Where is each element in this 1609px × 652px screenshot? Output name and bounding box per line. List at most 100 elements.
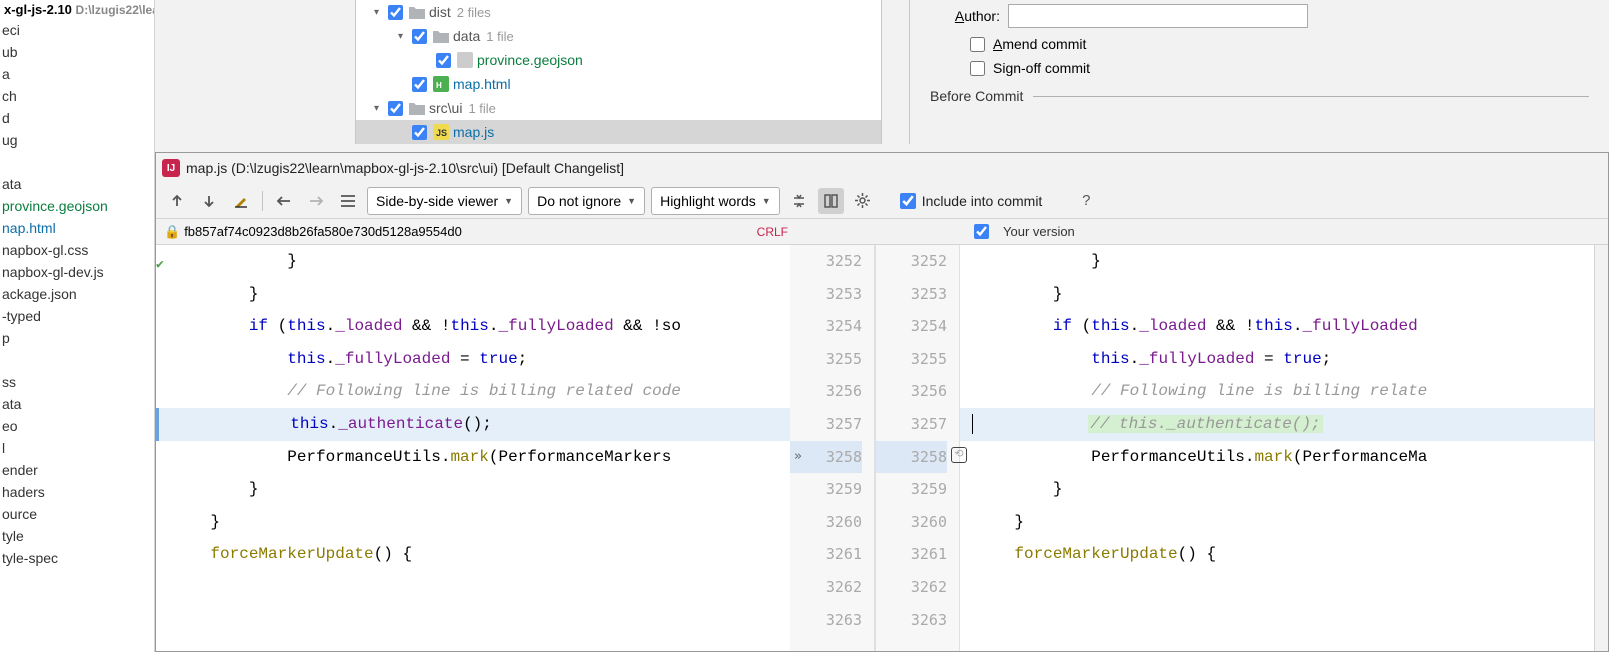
- nav-back-button[interactable]: [271, 188, 297, 214]
- project-item[interactable]: ch: [0, 85, 154, 107]
- gutter-line: 3256: [790, 375, 862, 408]
- help-button[interactable]: ?: [1074, 192, 1098, 209]
- project-item[interactable]: ub: [0, 41, 154, 63]
- file-checkbox[interactable]: [436, 53, 451, 68]
- code-line: // Following line is billing related cod…: [156, 375, 790, 408]
- file-icon: [433, 28, 449, 44]
- amend-checkbox[interactable]: [970, 37, 985, 52]
- include-commit-checkbox[interactable]: [900, 193, 916, 209]
- project-item[interactable]: l: [0, 437, 154, 459]
- project-item[interactable]: napbox-gl-dev.js: [0, 261, 154, 283]
- project-item[interactable]: ender: [0, 459, 154, 481]
- file-checkbox[interactable]: [412, 77, 427, 92]
- file-tree-row[interactable]: ▾src\ui1 file: [356, 96, 881, 120]
- code-line: }: [960, 245, 1594, 278]
- file-checkbox[interactable]: [412, 125, 427, 140]
- project-item[interactable]: eo: [0, 415, 154, 437]
- file-icon: JS: [433, 124, 449, 140]
- gutter-line: 3252: [876, 245, 947, 278]
- file-tree-row[interactable]: province.geojson: [356, 48, 881, 72]
- project-item[interactable]: nap.html: [0, 217, 154, 239]
- separator: [262, 191, 263, 211]
- project-item[interactable]: tyle-spec: [0, 547, 154, 569]
- next-diff-button[interactable]: [196, 188, 222, 214]
- author-label: Author:: [930, 8, 1000, 24]
- highlight-select[interactable]: Highlight words▼: [651, 187, 780, 215]
- code-line: if (this._loaded && !this._fullyLoaded: [960, 310, 1594, 343]
- project-item[interactable]: tyle: [0, 525, 154, 547]
- project-item[interactable]: ata: [0, 173, 154, 195]
- chevron-icon: ▾: [374, 7, 388, 18]
- nav-fwd-button[interactable]: [303, 188, 329, 214]
- file-checkbox[interactable]: [388, 5, 403, 20]
- diff-body: ✔ } } if (this._loaded && !this._fullyLo…: [156, 245, 1608, 651]
- edit-button[interactable]: [228, 188, 254, 214]
- prev-diff-button[interactable]: [164, 188, 190, 214]
- ignore-select[interactable]: Do not ignore▼: [528, 187, 645, 215]
- gutter-line: 3259: [876, 473, 947, 506]
- project-item[interactable]: [0, 349, 154, 371]
- gutter-line: 3254: [790, 310, 862, 343]
- caret-icon: ▼: [627, 196, 636, 206]
- project-item[interactable]: -typed: [0, 305, 154, 327]
- project-item[interactable]: ss: [0, 371, 154, 393]
- file-meta: 1 file: [468, 101, 495, 116]
- gutter-line: 3260: [790, 506, 862, 539]
- sync-scroll-button[interactable]: [818, 188, 844, 214]
- gutter-line: 3255: [876, 343, 947, 376]
- file-icon: [457, 52, 473, 68]
- file-tree-row[interactable]: JSmap.js: [356, 120, 881, 144]
- file-checkbox[interactable]: [412, 29, 427, 44]
- your-version-checkbox[interactable]: [974, 224, 989, 239]
- gutter-line: 3263: [876, 604, 947, 637]
- project-item[interactable]: ource: [0, 503, 154, 525]
- project-item[interactable]: province.geojson: [0, 195, 154, 217]
- changed-files-tree[interactable]: ▾dist2 files▾data1 fileprovince.geojsonH…: [355, 0, 882, 144]
- svg-text:JS: JS: [436, 128, 447, 138]
- gutter-line: 3262: [876, 571, 947, 604]
- project-title: x-gl-js-2.10: [4, 2, 72, 17]
- caret-icon: ▼: [504, 196, 513, 206]
- gutter-line: 3254: [876, 310, 947, 343]
- gutter-line: 3252: [790, 245, 862, 278]
- project-item[interactable]: ug: [0, 129, 154, 151]
- list-button[interactable]: [335, 188, 361, 214]
- file-meta: 1 file: [486, 29, 513, 44]
- file-tree-row[interactable]: Hmap.html: [356, 72, 881, 96]
- code-line: PerformanceUtils.mark(PerformanceMa: [960, 441, 1594, 474]
- code-line: this._fullyLoaded = true;: [960, 343, 1594, 376]
- project-tree[interactable]: x-gl-js-2.10 D:\lzugis22\learn\mapbox-gl…: [0, 0, 155, 652]
- commit-strip: ▾dist2 files▾data1 fileprovince.geojsonH…: [155, 0, 1609, 152]
- file-tree-row[interactable]: ▾dist2 files: [356, 0, 881, 24]
- gutter-line: 3261: [876, 538, 947, 571]
- gutter-line: 3262: [790, 571, 862, 604]
- commit-options-panel: Author: Amend commit Sign-off commit Bef…: [909, 0, 1609, 144]
- file-checkbox[interactable]: [388, 101, 403, 116]
- gutter-line: 3257: [790, 408, 862, 441]
- apply-arrow-icon[interactable]: »: [794, 441, 802, 474]
- left-code-pane[interactable]: ✔ } } if (this._loaded && !this._fullyLo…: [156, 245, 790, 651]
- project-item[interactable]: d: [0, 107, 154, 129]
- view-mode-select[interactable]: Side-by-side viewer▼: [367, 187, 522, 215]
- code-line: forceMarkerUpdate() {: [960, 538, 1594, 571]
- project-item[interactable]: a: [0, 63, 154, 85]
- project-item[interactable]: ackage.json: [0, 283, 154, 305]
- project-item[interactable]: ata: [0, 393, 154, 415]
- project-item[interactable]: napbox-gl.css: [0, 239, 154, 261]
- signoff-checkbox[interactable]: [970, 61, 985, 76]
- code-line: }: [960, 506, 1594, 539]
- settings-button[interactable]: [850, 188, 876, 214]
- file-meta: 2 files: [457, 5, 491, 20]
- project-item[interactable]: eci: [0, 19, 154, 41]
- right-code-pane[interactable]: } } if (this._loaded && !this._fullyLoad…: [960, 245, 1594, 651]
- collapse-button[interactable]: [786, 188, 812, 214]
- file-tree-row[interactable]: ▾data1 file: [356, 24, 881, 48]
- project-item[interactable]: p: [0, 327, 154, 349]
- project-root[interactable]: x-gl-js-2.10 D:\lzugis22\learn\mapbox-gl…: [0, 0, 154, 19]
- diff-markers: [1594, 245, 1608, 651]
- project-item[interactable]: [0, 151, 154, 173]
- project-item[interactable]: haders: [0, 481, 154, 503]
- author-input[interactable]: [1008, 4, 1308, 28]
- file-name: map.html: [453, 76, 511, 92]
- gutter-line: 3253: [876, 278, 947, 311]
